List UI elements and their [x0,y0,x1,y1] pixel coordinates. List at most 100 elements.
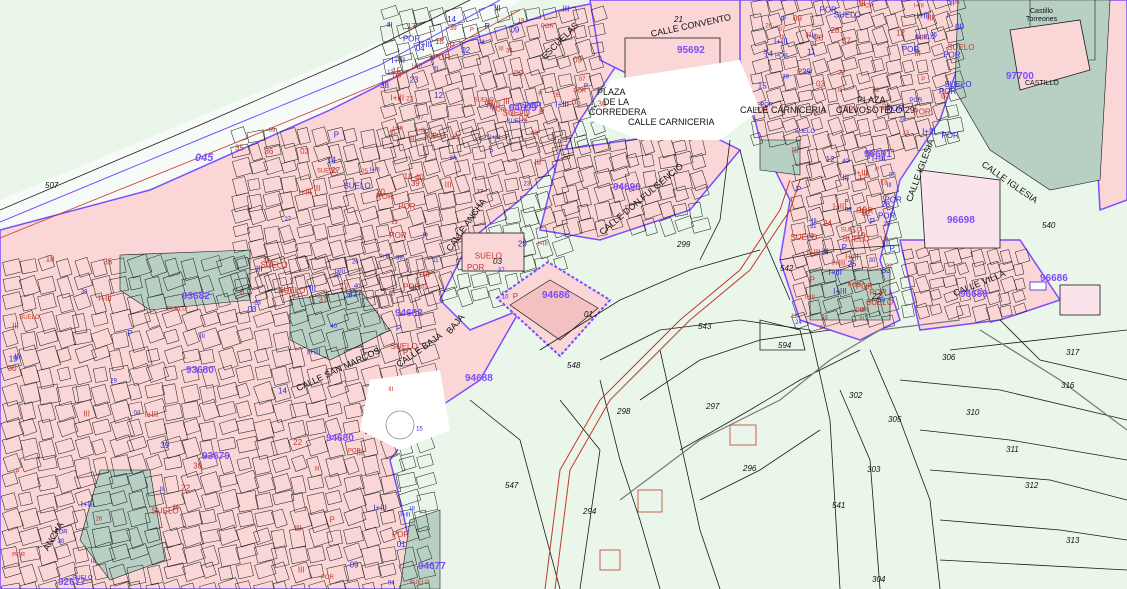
parcel-annotation: SUELO [152,506,179,515]
parcel-annotation: III [859,317,864,323]
parcel-annotation: P [781,15,786,24]
parcel-annotation: 30 [8,364,17,373]
parcel-annotation: I+III [298,187,312,196]
parcel-annotation: P [947,14,951,20]
parcel-annotation: SUELO [317,169,338,175]
parcel-annotation: P [820,326,824,332]
parcel-annotation: P [396,324,401,333]
parcel-annotation: 11 [432,258,439,264]
parcel-annotation: SUELO [795,129,816,135]
parcel-annotation: 23 [838,71,845,77]
parcel-annotation: POR [433,53,451,62]
sign-pi [1029,281,1047,291]
parcel-annotation: P [921,77,925,83]
parcel-annotation: 10 [502,295,509,301]
parcel-annotation: III [295,524,302,533]
parcel-annotation: 35 [103,257,112,266]
parcel-annotation: III [570,28,575,34]
parcel-annotation: 36 [264,147,273,156]
parcel-annotation: POR [861,4,875,10]
parcel-annotation: I+III [370,168,381,174]
parcel-annotation: 39 [160,441,169,450]
parcel-annotation: 40 [842,159,849,165]
parcel-annotation: 28 [899,118,906,124]
parcel-annotation: P [457,237,461,243]
parcel-annotation: 12 [896,28,905,37]
parcel-annotation: 15 [388,291,395,297]
parcel-annotation: 17 [858,174,867,183]
parcel-annotation: 23 [410,76,419,85]
parcel-annotation: 12 [434,91,443,100]
parcel-annotation: 15 [416,426,423,432]
parcel-annotation: 23 [523,182,530,188]
parcel-annotation: POR [913,108,931,117]
parcel-annotation: 11 [807,48,816,57]
parcel-annotation: I+III [416,128,427,134]
cadastral-map[interactable]: I+III 23 III 38 POR I+III SUELO 39 III III POR 22 04… [0,0,1127,589]
parcel-annotation: 26 [96,517,103,523]
parcel-annotation: III [838,88,843,94]
parcel-annotation: 23 [406,97,413,103]
parcel-annotation: POR [878,212,896,221]
parcel-annotation: I+III [335,269,346,275]
parcel-annotation: POR [389,231,407,240]
parcel-annotation: I+III [845,252,859,261]
parcel-annotation: III [914,49,921,58]
parcel-annotation: III [356,448,363,457]
parcel-annotation: 32 [886,264,893,270]
parcel-annotation: 20 [814,33,823,42]
parcel-annotation: P [869,150,874,159]
parcel-annotation: 06 [531,131,538,137]
parcel-annotation: P [513,292,518,301]
parcel-annotation: 05 [554,93,561,99]
parcel-annotation: P [470,27,474,33]
parcel-annotation: III [792,146,799,155]
parcel-annotation: 18 [46,254,55,263]
parcel-annotation: 03 [248,305,257,314]
parcel-annotation: 13 [902,131,909,137]
parcel-annotation: 40 [415,173,424,182]
parcel-annotation: 39 [450,26,457,32]
parcel-annotation: III [927,14,934,23]
parcel-annotation: P [889,244,894,253]
parcel-annotation: 35 [235,143,244,152]
parcel-annotation: 14 [447,15,456,24]
parcel-annotation: I+III [418,40,432,49]
parcel-annotation: P [584,84,588,90]
parcel-annotation: P [450,41,455,50]
parcel-annotation: 03 [816,80,825,89]
parcel-annotation: 09 [428,132,437,141]
parcel-annotation: III [563,4,570,13]
parcel-annotation: POR [12,553,26,559]
parcel-annotation: III [91,559,96,565]
parcel-annotation: I+III [145,410,159,419]
parcel-annotation: 05 [930,33,937,39]
parcel-annotation: P [845,199,849,205]
parcel-annotation: 09 [844,104,853,113]
parcel-annotation: P [883,235,888,244]
parcel-annotation: 31 [810,224,817,230]
parcel-annotation: III [780,35,785,41]
parcel-annotation: I+III [914,3,925,9]
parcel-annotation: 17 [340,282,349,291]
parcel-annotation: POR [398,202,416,211]
parcel-annotation: 24 [795,320,802,326]
parcel-annotation: 02 [519,114,528,123]
parcel-annotation: SUELO [260,260,287,269]
parcel-annotation: POR [856,308,870,314]
parcel-annotation: P [334,131,339,140]
parcel-annotation: 22 [454,135,461,141]
parcel-annotation: 37 [417,116,424,122]
parcel-annotation: POR [848,282,862,288]
parcel-annotation: I+III [555,100,569,109]
parcel-annotation: 12 [826,155,835,164]
parcel-annotation: POR [760,103,774,109]
parcel-annotation: 29 [518,239,527,248]
parcel-annotation: POR [915,36,929,42]
parcel-annotation: 05 [889,172,896,178]
parcel-annotation: I+III [373,504,387,513]
parcel-annotation: 18 [404,172,413,181]
parcel-annotation: SUELO [391,342,418,351]
parcel-annotation: SUELO [475,251,502,260]
parcel-annotation: P [329,516,334,525]
